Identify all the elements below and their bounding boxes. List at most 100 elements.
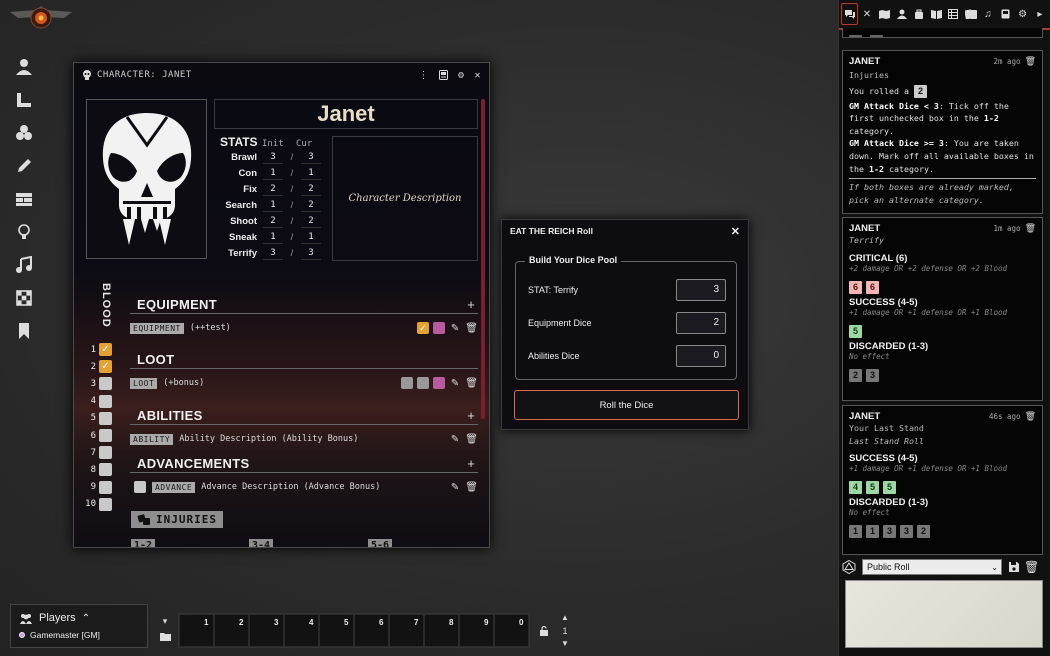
actors-icon[interactable] bbox=[893, 3, 910, 25]
tables-icon[interactable] bbox=[945, 3, 962, 25]
chat-icon[interactable] bbox=[841, 3, 859, 25]
combat-icon[interactable]: ✕ bbox=[858, 3, 875, 25]
compendium-icon[interactable] bbox=[997, 3, 1014, 25]
blood-checkbox[interactable]: ✓ bbox=[99, 343, 112, 357]
abilities-dice-input[interactable]: 0 bbox=[676, 345, 726, 367]
macro-slot[interactable]: 7 bbox=[389, 614, 424, 647]
trash-icon[interactable]: 🗑 bbox=[465, 434, 478, 445]
token-icon[interactable] bbox=[10, 50, 38, 83]
equipment-dice-input[interactable]: 2 bbox=[676, 312, 726, 334]
roll-mode-select[interactable]: Public Roll ⌄ bbox=[862, 559, 1002, 575]
menu-icon[interactable]: ⋮ bbox=[418, 70, 429, 81]
stat-init-input[interactable]: 1 bbox=[263, 231, 283, 244]
stat-init-input[interactable]: 2 bbox=[263, 215, 283, 228]
advancement-checkbox[interactable] bbox=[134, 481, 146, 493]
add-advancement-button[interactable]: + bbox=[464, 456, 478, 471]
stat-init-input[interactable]: 1 bbox=[263, 167, 283, 180]
stat-cur-input[interactable]: 1 bbox=[301, 167, 321, 180]
macro-slot[interactable]: 3 bbox=[249, 614, 284, 647]
walls-icon[interactable] bbox=[10, 182, 38, 215]
trash-icon[interactable]: 🗑 bbox=[1024, 560, 1039, 574]
stat-input[interactable]: 3 bbox=[676, 279, 726, 301]
edit-icon[interactable]: ✎ bbox=[451, 434, 459, 445]
chat-input[interactable] bbox=[845, 580, 1043, 648]
macro-slot[interactable]: 8 bbox=[424, 614, 459, 647]
close-icon[interactable]: ✕ bbox=[731, 225, 740, 238]
blood-checkbox[interactable] bbox=[99, 377, 112, 391]
stat-cur-input[interactable]: 2 bbox=[301, 183, 321, 196]
roll-dialog-header[interactable]: EAT THE REICH Roll ✕ bbox=[502, 220, 748, 242]
trash-icon[interactable]: 🗑 bbox=[465, 323, 478, 334]
macro-slot[interactable]: 5 bbox=[319, 614, 354, 647]
stat-cur-input[interactable]: 2 bbox=[301, 199, 321, 212]
d20-icon[interactable] bbox=[842, 560, 856, 574]
sounds-icon[interactable] bbox=[10, 248, 38, 281]
players-toggle[interactable]: Players ⌃ bbox=[19, 609, 139, 627]
stat-cur-input[interactable]: 2 bbox=[301, 215, 321, 228]
measure-icon[interactable] bbox=[10, 83, 38, 116]
macro-slot[interactable]: 4 bbox=[284, 614, 319, 647]
equipment-checkbox-1[interactable]: ✓ bbox=[416, 322, 429, 334]
blood-checkbox[interactable]: ✓ bbox=[99, 360, 112, 374]
cards-icon[interactable] bbox=[962, 3, 979, 25]
draw-icon[interactable] bbox=[10, 149, 38, 182]
tiles-icon[interactable] bbox=[10, 116, 38, 149]
lighting-icon[interactable] bbox=[10, 215, 38, 248]
blood-checkbox[interactable] bbox=[99, 446, 112, 460]
scenes-icon[interactable] bbox=[876, 3, 893, 25]
edit-icon[interactable]: ✎ bbox=[451, 378, 459, 389]
character-portrait[interactable] bbox=[86, 99, 207, 259]
stat-cur-input[interactable]: 1 bbox=[301, 231, 321, 244]
stat-init-input[interactable]: 3 bbox=[263, 151, 283, 164]
character-name-field[interactable]: Janet bbox=[214, 99, 478, 129]
macro-slot[interactable]: 9 bbox=[459, 614, 494, 647]
collapse-icon[interactable]: ▸ bbox=[1031, 3, 1048, 25]
advance-tag[interactable]: ADVANCE bbox=[152, 481, 196, 493]
add-equipment-button[interactable]: + bbox=[464, 297, 478, 312]
folder-icon[interactable] bbox=[155, 632, 175, 641]
notes-icon[interactable] bbox=[10, 314, 38, 347]
trash-icon[interactable]: 🗑 bbox=[465, 378, 478, 389]
stat-cur-input[interactable]: 3 bbox=[301, 247, 321, 260]
page-down-icon[interactable]: ▼ bbox=[561, 639, 569, 648]
trash-icon[interactable]: 🗑 bbox=[1025, 223, 1036, 234]
stat-init-input[interactable]: 1 bbox=[263, 199, 283, 212]
loot-checkbox-3[interactable] bbox=[432, 377, 445, 389]
edit-icon[interactable]: ✎ bbox=[451, 323, 459, 334]
stat-init-input[interactable]: 2 bbox=[263, 183, 283, 196]
gear-icon[interactable]: ⚙ bbox=[458, 70, 465, 81]
macro-slot[interactable]: 1 bbox=[179, 614, 214, 647]
window-header[interactable]: CHARACTER: JANET ⋮ ⚙ ✕ bbox=[74, 63, 489, 87]
blood-checkbox[interactable] bbox=[99, 497, 112, 511]
settings-icon[interactable]: ⚙ bbox=[1014, 3, 1031, 25]
journal-icon[interactable] bbox=[927, 3, 944, 25]
trash-icon[interactable]: 🗑 bbox=[1025, 56, 1036, 67]
blood-checkbox[interactable] bbox=[99, 394, 112, 408]
blood-checkbox[interactable] bbox=[99, 480, 112, 494]
add-ability-button[interactable]: + bbox=[464, 408, 478, 423]
blood-checkbox[interactable] bbox=[99, 429, 112, 443]
stat-cur-input[interactable]: 3 bbox=[301, 151, 321, 164]
edit-icon[interactable]: ✎ bbox=[451, 482, 459, 493]
macro-slot[interactable]: 2 bbox=[214, 614, 249, 647]
ability-tag[interactable]: ABILITY bbox=[130, 433, 174, 445]
stat-init-input[interactable]: 3 bbox=[263, 247, 283, 260]
items-icon[interactable] bbox=[910, 3, 927, 25]
equipment-tag[interactable]: EQUIPMENT bbox=[130, 322, 184, 334]
save-icon[interactable] bbox=[1008, 561, 1020, 573]
loot-checkbox-2[interactable] bbox=[416, 377, 429, 389]
blood-checkbox[interactable] bbox=[99, 411, 112, 425]
close-icon[interactable]: ✕ bbox=[474, 70, 481, 81]
trash-icon[interactable]: 🗑 bbox=[465, 482, 478, 493]
playlists-icon[interactable]: ♫ bbox=[979, 3, 996, 25]
loot-checkbox-1[interactable] bbox=[400, 377, 413, 389]
macro-slot[interactable]: 0 bbox=[494, 614, 529, 647]
roll-the-dice-button[interactable]: Roll the Dice bbox=[514, 390, 739, 420]
sheet-config-icon[interactable] bbox=[438, 70, 448, 80]
lock-icon[interactable] bbox=[533, 613, 555, 648]
macro-slot[interactable]: 6 bbox=[354, 614, 389, 647]
scrollbar[interactable] bbox=[481, 99, 485, 419]
trash-icon[interactable]: 🗑 bbox=[1025, 411, 1036, 422]
equipment-checkbox-2[interactable] bbox=[432, 322, 445, 334]
character-description[interactable]: Character Description bbox=[332, 136, 478, 261]
